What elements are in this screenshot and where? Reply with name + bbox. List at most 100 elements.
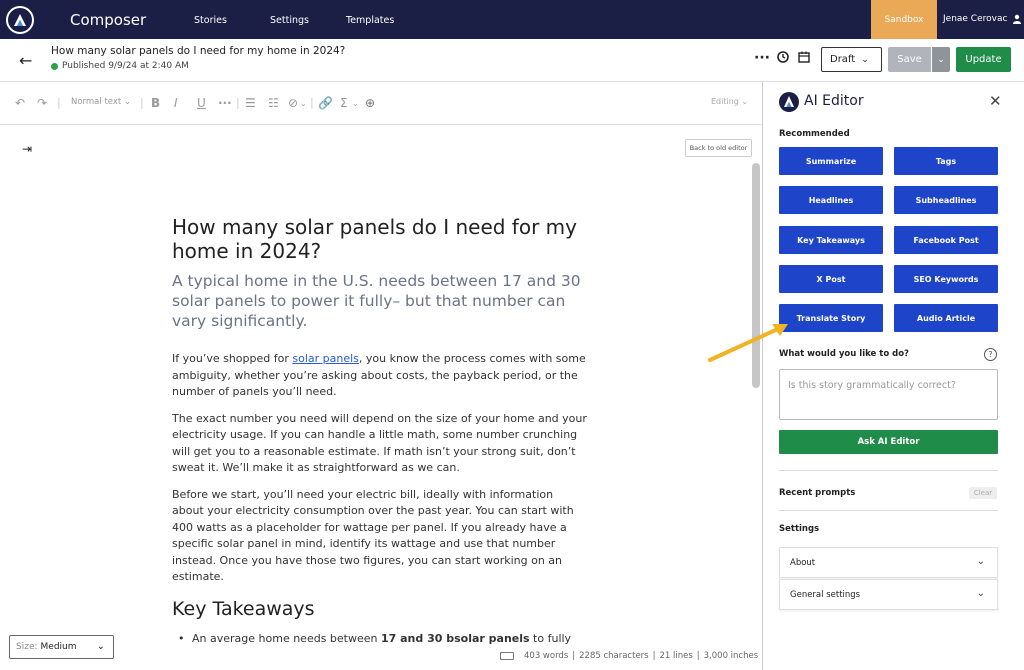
close-icon[interactable]: ✕ xyxy=(989,92,1002,110)
chevron-down-icon[interactable]: ⌄ xyxy=(352,99,359,108)
seo-keywords-button[interactable]: SEO Keywords xyxy=(894,265,998,293)
chevron-down-icon: ⌄ xyxy=(96,641,105,652)
nav-link-templates[interactable]: Templates xyxy=(346,15,394,26)
bold-icon[interactable]: B xyxy=(151,96,160,110)
bulleted-list-icon[interactable]: ☰ xyxy=(245,96,256,110)
more-options-icon[interactable]: ··· xyxy=(754,50,770,66)
collapse-panel-icon[interactable]: ⇥ xyxy=(22,142,32,156)
user-menu[interactable]: Jenae Cerovac xyxy=(943,14,1022,24)
published-dot-icon xyxy=(51,62,58,70)
sigma-icon[interactable]: Σ xyxy=(340,96,348,110)
size-label: Size: xyxy=(16,642,38,652)
chevron-down-icon[interactable]: ⌄ xyxy=(300,99,307,108)
accordion-label: General settings xyxy=(790,589,861,600)
word-count: 403 words xyxy=(524,651,569,661)
save-options-chevron-icon[interactable]: ⌄ xyxy=(932,47,950,72)
x-post-button[interactable]: X Post xyxy=(779,265,883,293)
editing-mode-select[interactable]: Editing ⌄ xyxy=(711,97,748,106)
article-subheadline[interactable]: A typical home in the U.S. needs between… xyxy=(172,271,587,331)
article-paragraph[interactable]: Before we start, you’ll need your electr… xyxy=(172,487,587,586)
nav-link-settings[interactable]: Settings xyxy=(270,15,309,26)
help-icon[interactable]: ? xyxy=(984,348,997,361)
nav-link-stories[interactable]: Stories xyxy=(194,15,227,26)
toolbar-divider: | xyxy=(57,96,61,109)
subheadlines-button[interactable]: Subheadlines xyxy=(894,186,998,214)
toolbar-divider: | xyxy=(310,96,314,109)
ai-editor-panel: AI Editor ✕ Recommended Summarize Tags H… xyxy=(762,82,1024,670)
facebook-post-button[interactable]: Facebook Post xyxy=(894,226,998,254)
history-icon[interactable] xyxy=(777,51,789,67)
top-nav: Composer Stories Settings Templates Sand… xyxy=(0,0,1024,39)
undo-icon[interactable]: ↶ xyxy=(15,96,25,110)
update-button[interactable]: Update xyxy=(956,47,1011,72)
solar-panels-link[interactable]: solar panels xyxy=(292,352,359,365)
keyboard-icon[interactable] xyxy=(500,652,514,660)
ask-ai-editor-button[interactable]: Ask AI Editor xyxy=(779,430,998,454)
section-divider xyxy=(779,510,998,511)
recent-prompts-label: Recent prompts xyxy=(779,488,856,498)
list-item[interactable]: An average home needs between 17 and 30 … xyxy=(172,632,587,645)
key-takeaways-button[interactable]: Key Takeaways xyxy=(779,226,883,254)
text-style-select[interactable]: Normal text ⌄ xyxy=(71,97,131,107)
summarize-button[interactable]: Summarize xyxy=(779,147,883,175)
stats-divider: | xyxy=(652,651,656,661)
size-value: Medium xyxy=(40,642,77,652)
underline-icon[interactable]: U xyxy=(197,96,206,110)
story-title: How many solar panels do I need for my h… xyxy=(51,45,346,57)
toolbar-divider: | xyxy=(140,96,144,109)
article-paragraph[interactable]: If you’ve shopped for solar panels, you … xyxy=(172,351,587,401)
annotation-arrow-icon xyxy=(708,324,788,362)
article-body[interactable]: How many solar panels do I need for my h… xyxy=(172,215,587,645)
block-icon[interactable]: ⊘ xyxy=(288,96,298,110)
published-status: Published 9/9/24 at 2:40 AM xyxy=(51,61,189,71)
editor-canvas: ⇥ Back to old editor How many solar pane… xyxy=(0,125,762,670)
article-headline[interactable]: How many solar panels do I need for my h… xyxy=(172,215,587,263)
schedule-calendar-icon[interactable] xyxy=(798,51,810,67)
sandbox-badge[interactable]: Sandbox xyxy=(871,0,937,39)
line-count: 21 lines xyxy=(659,651,693,661)
user-icon xyxy=(1013,14,1022,24)
size-select[interactable]: Size: Medium ⌄ xyxy=(9,635,114,659)
toolbar-divider: | xyxy=(236,96,240,109)
ai-editor-title: AI Editor xyxy=(804,93,864,109)
back-to-old-editor-button[interactable]: Back to old editor xyxy=(685,139,752,157)
about-accordion[interactable]: About ⌄ xyxy=(779,547,998,578)
text-style-value: Normal text xyxy=(71,97,122,107)
inch-count: 3,000 inches xyxy=(703,651,759,661)
audio-article-button[interactable]: Audio Article xyxy=(894,304,998,332)
published-text: Published 9/9/24 at 2:40 AM xyxy=(62,61,189,71)
tags-button[interactable]: Tags xyxy=(894,147,998,175)
general-settings-accordion[interactable]: General settings ⌄ xyxy=(779,579,998,610)
chevron-down-icon: ⌄ xyxy=(861,54,869,65)
key-takeaways-heading[interactable]: Key Takeaways xyxy=(172,598,587,620)
accordion-label: About xyxy=(790,557,816,568)
editor-toolbar: ↶ ↷ | Normal text ⌄ | B I U ··· | ☰ ☷ ⊘ … xyxy=(0,82,762,125)
stats-divider: | xyxy=(696,651,700,661)
recommended-label: Recommended xyxy=(779,129,850,139)
bullet-bold-text: 17 and 30 bsolar panels xyxy=(380,631,530,645)
add-block-icon[interactable]: ⊕ xyxy=(365,96,375,110)
app-name: Composer xyxy=(70,10,147,29)
more-formatting-icon[interactable]: ··· xyxy=(218,96,232,110)
character-count: 2285 characters xyxy=(579,651,649,661)
bullet-text: An average home needs between xyxy=(192,631,381,645)
chevron-down-icon: ⌄ xyxy=(976,588,985,599)
user-name: Jenae Cerovac xyxy=(943,14,1008,24)
ai-editor-logo-icon xyxy=(779,92,799,112)
headlines-button[interactable]: Headlines xyxy=(779,186,883,214)
redo-icon[interactable]: ↷ xyxy=(37,96,47,110)
paragraph-text: If you’ve shopped for xyxy=(172,352,293,365)
chevron-down-icon: ⌄ xyxy=(976,556,985,567)
prompt-input[interactable]: Is this story grammatically correct? xyxy=(779,369,998,420)
status-select[interactable]: Draft ⌄ xyxy=(821,47,882,72)
italic-icon[interactable]: I xyxy=(174,96,178,110)
back-arrow-icon[interactable]: ← xyxy=(19,51,32,70)
numbered-list-icon[interactable]: ☷ xyxy=(268,96,279,110)
app-logo-icon[interactable] xyxy=(6,5,34,34)
section-divider xyxy=(779,470,998,471)
status-value: Draft xyxy=(830,54,856,65)
clear-button[interactable]: Clear xyxy=(969,487,997,499)
save-button[interactable]: Save xyxy=(888,47,931,72)
link-icon[interactable]: 🔗 xyxy=(318,96,333,110)
article-paragraph[interactable]: The exact number you need will depend on… xyxy=(172,411,587,477)
